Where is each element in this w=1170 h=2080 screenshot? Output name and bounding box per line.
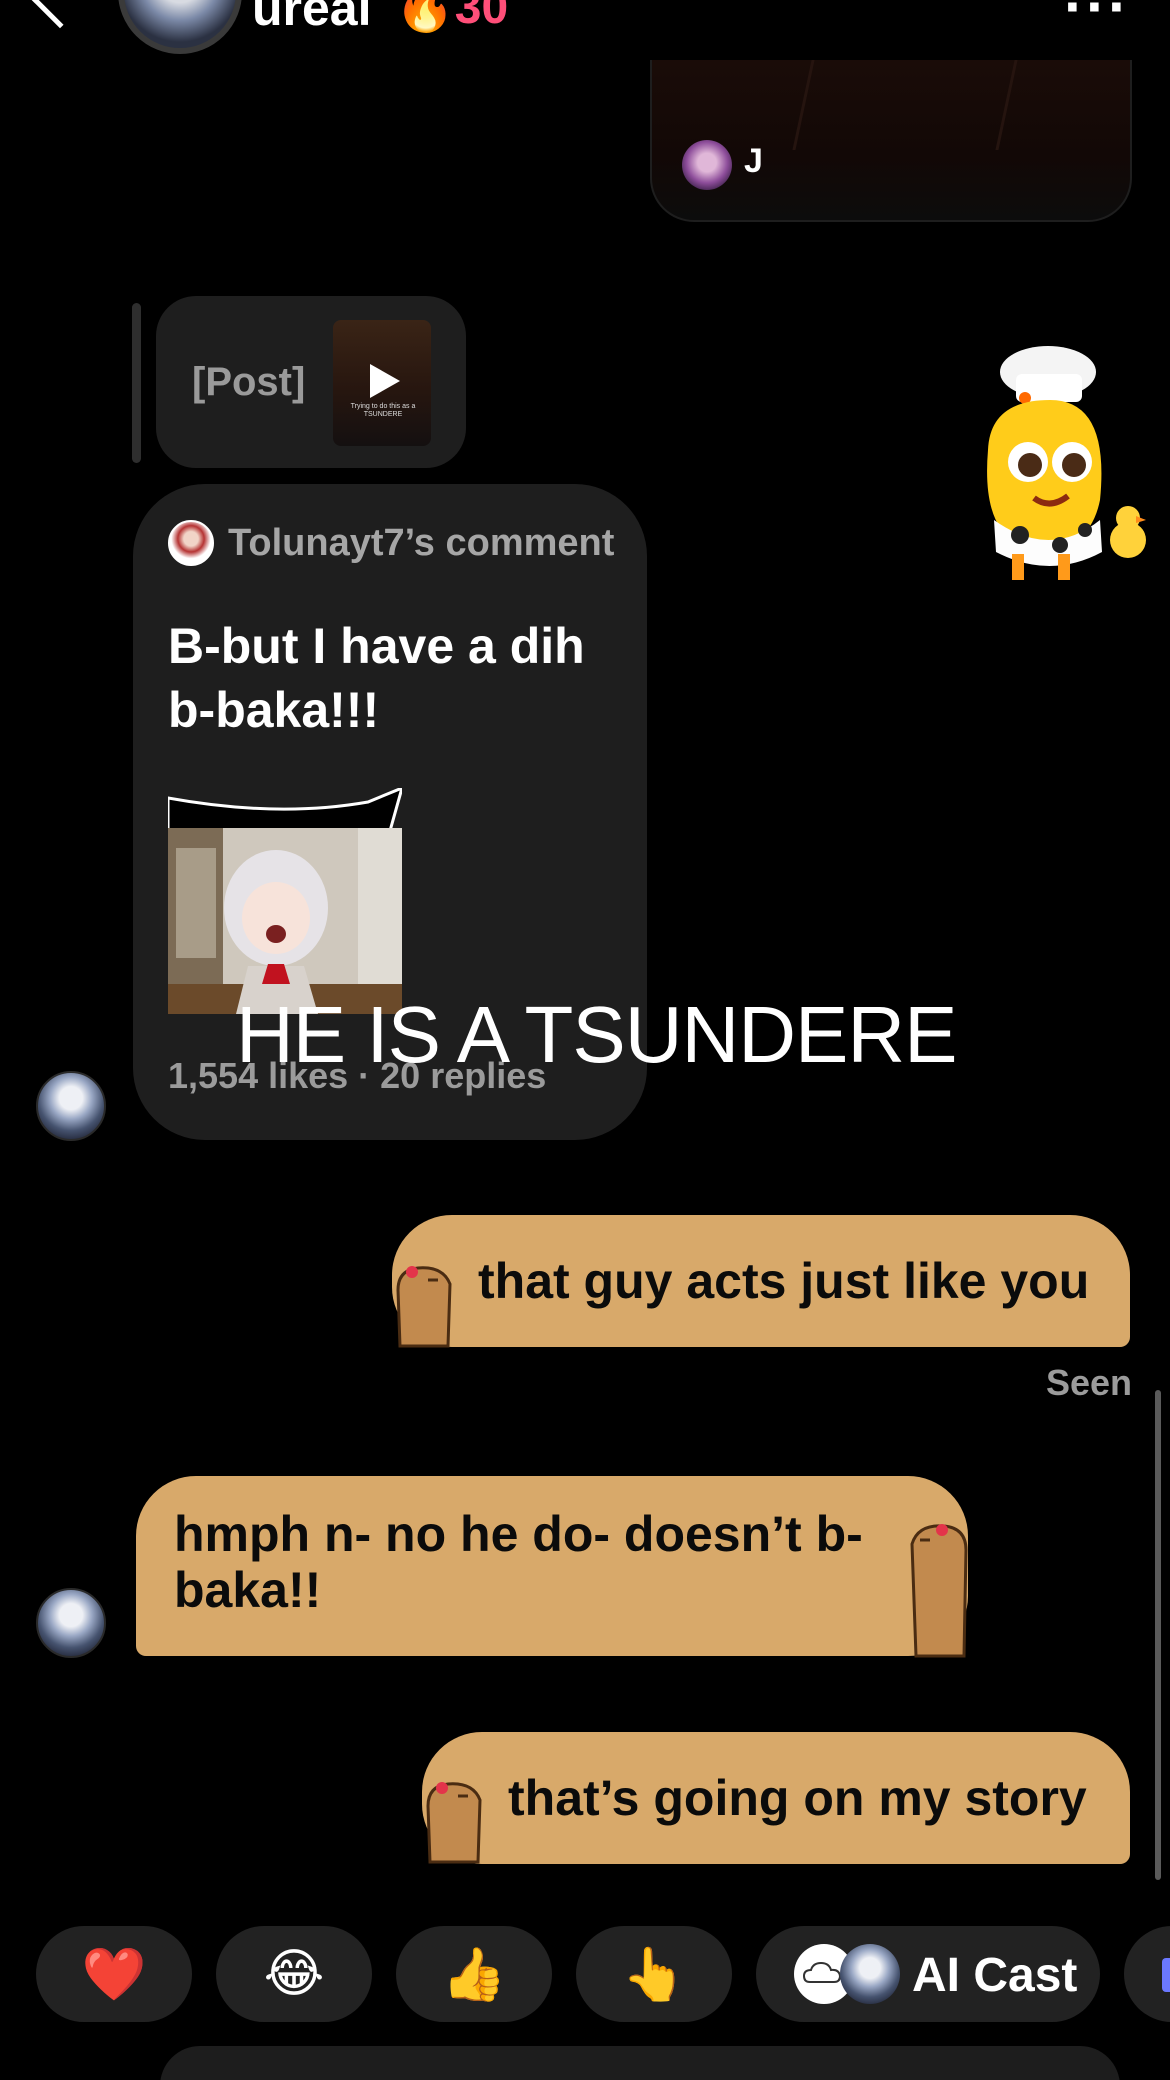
sent-message-bubble[interactable]: that’s going on my story [422,1732,1130,1864]
sender-avatar[interactable] [36,1588,106,1658]
streak-number: 30 [454,0,509,34]
capybara-icon [910,1524,968,1658]
message-text: that’s going on my story [508,1770,1087,1826]
heart-icon[interactable]: ❤️ [36,1926,192,2022]
reply-quote-bar [132,303,141,463]
pointing-up-icon[interactable]: 👆 [576,1926,732,2022]
comment-text: B-but I have a dih b-baka!!! [168,618,585,738]
laughing-emoji-icon[interactable]: 😂 [216,1926,372,2022]
shared-post-author-avatar [682,140,732,190]
chef-sticker[interactable] [950,330,1160,590]
replied-post-label: [Post] [192,360,306,404]
shared-post-card[interactable] [650,60,1132,222]
reaction-peek-icon [1162,1958,1170,1992]
back-icon[interactable] [31,0,89,29]
ai-cast-label: AI Cast [912,1949,1078,2002]
comment-author: Tolunayt7’s comment [228,522,615,564]
story-caption-overlay: HE IS A TSUNDERE [236,990,958,1079]
message-composer[interactable] [160,2046,1120,2080]
sender-avatar[interactable] [36,1071,106,1141]
more-reactions-chip[interactable] [1124,1926,1170,2022]
capybara-icon [396,1266,452,1348]
play-icon [370,364,400,398]
more-options-icon[interactable]: ··· [1064,0,1130,41]
commenter-avatar [168,520,214,566]
seen-status: Seen [1045,1362,1132,1403]
fire-icon: 🔥 [395,0,455,34]
contact-name[interactable]: ureal [252,0,372,38]
comment-image[interactable] [168,788,402,1014]
sent-message-bubble[interactable]: that guy acts just like you [392,1215,1130,1347]
message-text: that guy acts just like you [478,1253,1090,1309]
capybara-icon [426,1782,482,1864]
streak-count: 🔥30 [395,0,508,38]
contact-avatar[interactable] [118,0,242,54]
thumbs-up-icon[interactable]: 👍 [396,1926,552,2022]
received-message-bubble[interactable]: hmph n- no he do- doesn’t b-baka!! [136,1476,968,1656]
shared-post-author: J [744,142,763,180]
scrollbar[interactable] [1155,1390,1161,1880]
message-text: hmph n- no he do- doesn’t b-baka!! [174,1506,863,1618]
thumbnail-caption: Trying to do this as a TSUNDERE [350,403,416,418]
ai-cast-avatar [840,1944,900,2004]
